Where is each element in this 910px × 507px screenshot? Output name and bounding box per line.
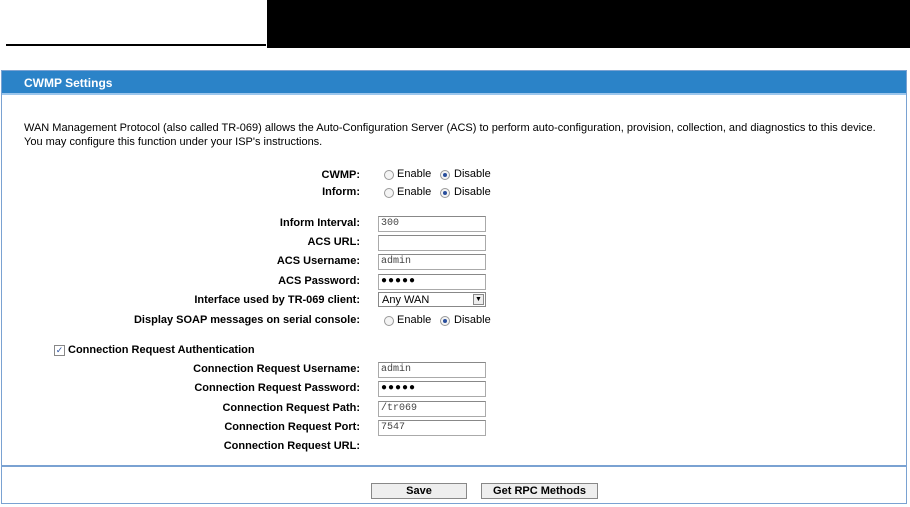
soap-enable-radio[interactable] — [384, 316, 394, 326]
cwmp-label: CWMP: — [321, 169, 361, 181]
interface-label: Interface used by TR-069 client: — [194, 294, 360, 306]
inform-disable-radio[interactable] — [440, 188, 450, 198]
panel-header: CWMP Settings — [2, 71, 906, 95]
inform-interval-label: Inform Interval: — [279, 217, 360, 229]
inform-disable-text: Disable — [454, 186, 491, 198]
soap-disable-text: Disable — [454, 314, 491, 326]
conn-path-input[interactable]: /tr069 — [378, 401, 486, 417]
acs-username-input[interactable]: admin — [378, 254, 486, 270]
cwmp-enable-text: Enable — [397, 168, 432, 180]
top-banner — [267, 0, 910, 48]
acs-password-label: ACS Password: — [278, 275, 360, 287]
conn-auth-label: Connection Request Authentication — [68, 344, 255, 356]
cwmp-disable-text: Disable — [454, 168, 491, 180]
panel-title: CWMP Settings — [24, 76, 113, 90]
interface-select[interactable]: Any WAN ▼ — [378, 292, 486, 307]
acs-url-input[interactable] — [378, 235, 486, 251]
conn-password-input[interactable]: ●●●●● — [378, 381, 486, 397]
conn-port-input[interactable]: 7547 — [378, 420, 486, 436]
conn-username-label: Connection Request Username: — [193, 363, 360, 375]
cwmp-settings-panel: CWMP Settings WAN Management Protocol (a… — [1, 70, 907, 504]
soap-disable-radio[interactable] — [440, 316, 450, 326]
banner-rule — [6, 44, 266, 46]
cwmp-disable-radio[interactable] — [440, 170, 450, 180]
inform-enable-text: Enable — [397, 186, 432, 198]
interface-select-value: Any WAN — [382, 294, 430, 306]
conn-port-label: Connection Request Port: — [224, 421, 360, 433]
conn-username-input[interactable]: admin — [378, 362, 486, 378]
cwmp-enable-radio[interactable] — [384, 170, 394, 180]
description-text: WAN Management Protocol (also called TR-… — [24, 122, 876, 148]
acs-url-label: ACS URL: — [307, 236, 360, 248]
acs-username-label: ACS Username: — [276, 255, 360, 267]
inform-enable-radio[interactable] — [384, 188, 394, 198]
panel-divider — [2, 465, 906, 467]
soap-label: Display SOAP messages on serial console: — [133, 314, 360, 326]
top-banner-left — [0, 0, 267, 48]
inform-interval-input[interactable]: 300 — [378, 216, 486, 232]
conn-url-label: Connection Request URL: — [223, 440, 360, 452]
inform-label: Inform: — [322, 186, 360, 198]
chevron-down-icon[interactable]: ▼ — [473, 294, 484, 305]
conn-path-label: Connection Request Path: — [222, 402, 360, 414]
get-rpc-methods-button[interactable]: Get RPC Methods — [481, 483, 598, 499]
conn-password-label: Connection Request Password: — [194, 382, 360, 394]
soap-enable-text: Enable — [397, 314, 432, 326]
conn-auth-checkbox[interactable]: ✓ — [54, 345, 65, 356]
acs-password-input[interactable]: ●●●●● — [378, 274, 486, 290]
save-button[interactable]: Save — [371, 483, 467, 499]
